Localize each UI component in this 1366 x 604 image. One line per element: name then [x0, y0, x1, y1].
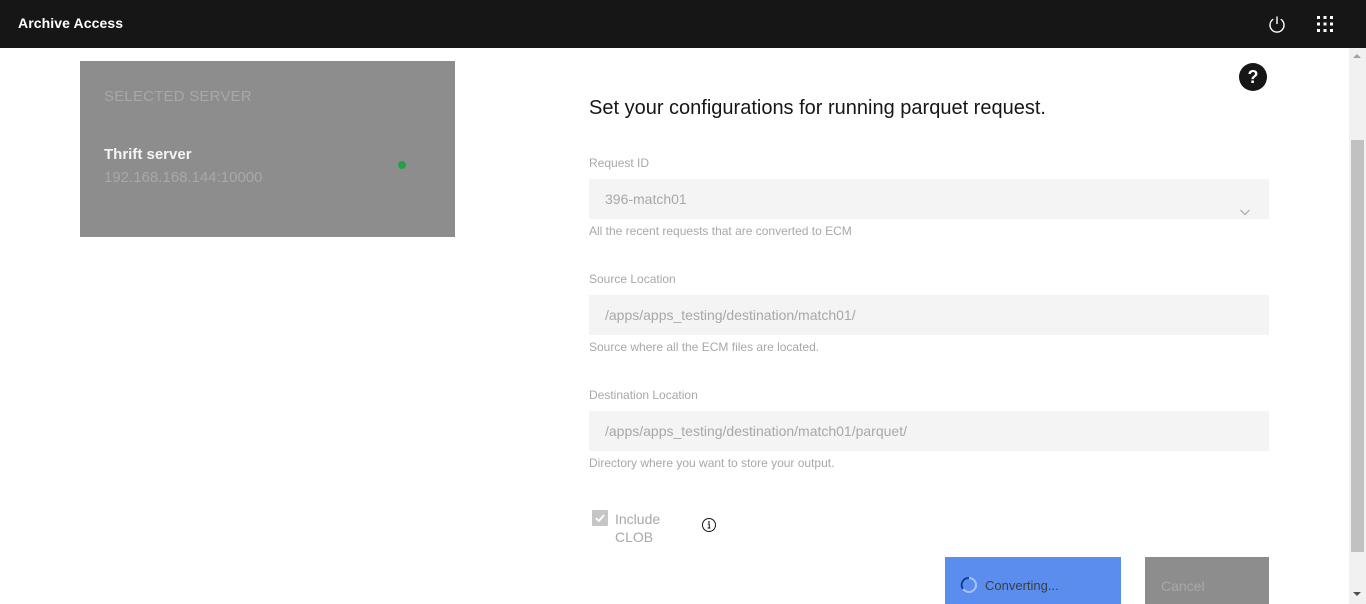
scrollbar-thumb[interactable] — [1351, 140, 1364, 552]
loading-spinner-icon — [960, 576, 978, 594]
destination-location-input[interactable] — [589, 411, 1269, 451]
cancel-button-label: Cancel — [1161, 578, 1205, 594]
destination-location-label: Destination Location — [589, 388, 698, 402]
server-address: 192.168.168.144:10000 — [104, 169, 263, 186]
cancel-button[interactable]: Cancel — [1145, 557, 1269, 604]
server-name: Thrift server — [104, 146, 192, 163]
selected-server-heading: SELECTED SERVER — [104, 88, 252, 105]
converting-button-label: Converting... — [985, 578, 1059, 593]
request-id-label: Request ID — [589, 156, 650, 170]
app-switcher-icon[interactable] — [1313, 12, 1337, 36]
include-clob-checkbox[interactable] — [592, 510, 608, 526]
power-icon[interactable] — [1265, 12, 1289, 36]
scroll-up-arrow-icon[interactable] — [1353, 54, 1361, 58]
scroll-down-arrow-icon[interactable] — [1353, 592, 1361, 596]
checkmark-icon — [595, 514, 605, 523]
request-id-value: 396-match01 — [605, 191, 687, 207]
destination-location-helper: Directory where you want to store your o… — [589, 456, 835, 470]
form-heading: Set your configurations for running parq… — [589, 97, 1046, 119]
chevron-down-icon — [1239, 193, 1251, 216]
app-header: Archive Access — [0, 0, 1366, 48]
request-id-helper: All the recent requests that are convert… — [589, 224, 852, 238]
app-title: Archive Access — [18, 15, 124, 31]
source-location-input[interactable] — [589, 295, 1269, 335]
help-icon[interactable]: ? — [1239, 63, 1267, 91]
page-scrollbar[interactable] — [1349, 48, 1366, 604]
converting-button[interactable]: Converting... — [945, 557, 1121, 604]
include-clob-label: Include CLOB — [615, 511, 661, 545]
info-icon[interactable] — [701, 517, 717, 533]
selected-server-card: SELECTED SERVER Thrift server 192.168.16… — [80, 61, 455, 237]
server-status-indicator — [398, 161, 406, 169]
source-location-helper: Source where all the ECM files are locat… — [589, 340, 820, 354]
request-id-dropdown[interactable]: 396-match01 — [589, 179, 1269, 219]
source-location-label: Source Location — [589, 272, 676, 286]
